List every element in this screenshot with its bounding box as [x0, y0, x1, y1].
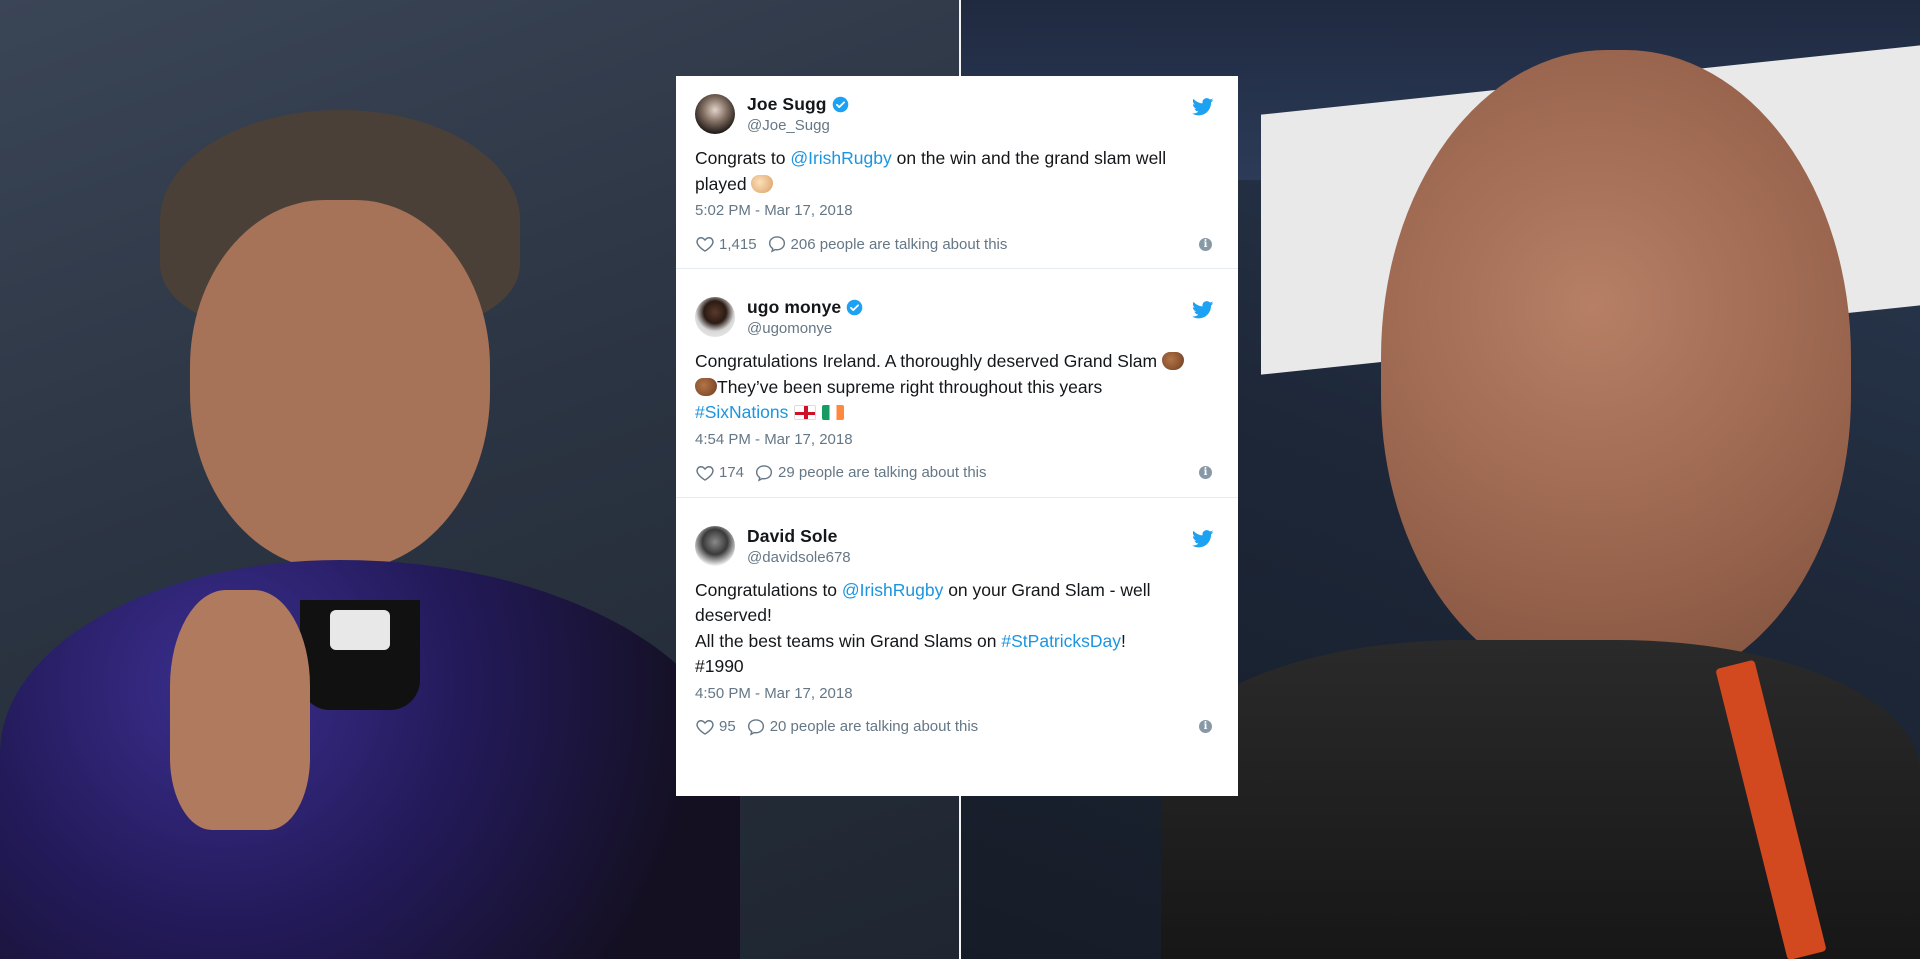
info-icon[interactable]: i	[1199, 720, 1212, 733]
text-segment: Congratulations to	[695, 579, 842, 600]
priest-hand-gesture	[170, 590, 310, 830]
display-name[interactable]: David Sole	[747, 526, 837, 547]
verified-badge-icon	[832, 96, 848, 113]
avatar[interactable]	[695, 297, 735, 337]
clapping-hands-emoji	[695, 377, 717, 396]
hashtag-link[interactable]: #StPatricksDay	[1001, 631, 1121, 651]
talking-count[interactable]: 29 people are talking about this	[778, 464, 986, 481]
tweet-text: Congratulations Ireland. A thoroughly de…	[695, 349, 1218, 426]
tweet-timestamp[interactable]: 5:02 PM - Mar 17, 2018	[695, 202, 1218, 219]
tweet-header: ugo monye @ugomonye	[695, 295, 1218, 339]
avatar[interactable]	[695, 94, 735, 134]
avatar[interactable]	[695, 525, 735, 566]
tweets-card: Joe Sugg @Joe_Sugg Congrats to @IrishRug…	[676, 76, 1238, 796]
mention-link[interactable]: @IrishRugby	[790, 148, 891, 168]
mention-link[interactable]: @IrishRugby	[842, 580, 943, 600]
twitter-bird-icon[interactable]	[1192, 529, 1214, 548]
tweet-header: Joe Sugg @Joe_Sugg	[695, 92, 1218, 136]
tweet-timestamp[interactable]: 4:54 PM - Mar 17, 2018	[695, 431, 1218, 448]
display-name[interactable]: ugo monye	[747, 297, 841, 318]
user-names: ugo monye @ugomonye	[747, 297, 863, 337]
tweet-spacer	[695, 485, 1218, 497]
like-count: 1,415	[719, 235, 757, 253]
reply-bubble-icon[interactable]	[754, 463, 774, 483]
name-row: David Sole	[747, 526, 851, 547]
talking-count[interactable]: 20 people are talking about this	[770, 718, 978, 735]
text-segment: All the best teams win Grand Slams on	[695, 630, 1002, 651]
text-segment: !	[1121, 630, 1126, 651]
talking-count[interactable]: 206 people are talking about this	[791, 236, 1008, 253]
clapping-hands-emoji	[751, 174, 774, 193]
priest-white-tab	[330, 610, 390, 650]
tweet-text: Congratulations to @IrishRugby on your G…	[695, 578, 1218, 680]
text-segment: Congratulations Ireland. A thoroughly de…	[695, 351, 1158, 371]
user-handle[interactable]: @Joe_Sugg	[747, 117, 849, 134]
display-name[interactable]: Joe Sugg	[747, 94, 827, 115]
verified-badge-icon	[846, 299, 863, 316]
tweet[interactable]: ugo monye @ugomonye Congratulations Irel…	[676, 268, 1238, 497]
user-names: David Sole @davidsole678	[747, 526, 851, 566]
priest-face	[190, 200, 490, 570]
tweet-text: Congrats to @IrishRugby on the win and t…	[695, 146, 1218, 197]
user-handle[interactable]: @davidsole678	[747, 549, 851, 566]
name-row: ugo monye	[747, 297, 863, 318]
twitter-bird-icon[interactable]	[1192, 301, 1214, 319]
tweet-spacer	[695, 256, 1218, 268]
tweet-actions: 95 20 people are talking about this i	[695, 715, 1218, 739]
tweet-timestamp[interactable]: 4:50 PM - Mar 17, 2018	[695, 685, 1218, 702]
tweet[interactable]: David Sole @davidsole678 Congratulations…	[676, 496, 1238, 739]
tweet-actions: 174 29 people are talking about this i	[695, 461, 1218, 485]
reply-bubble-icon[interactable]	[746, 717, 766, 737]
heart-icon[interactable]	[695, 717, 715, 737]
england-flag-emoji	[794, 405, 817, 420]
tweet-actions: 1,415 206 people are talking about this …	[695, 232, 1218, 256]
tweet[interactable]: Joe Sugg @Joe_Sugg Congrats to @IrishRug…	[676, 76, 1238, 268]
text-segment: Congrats to	[695, 148, 791, 168]
twitter-bird-icon[interactable]	[1192, 98, 1214, 116]
heart-icon[interactable]	[695, 234, 715, 254]
ireland-flag-emoji	[822, 405, 845, 420]
like-count: 174	[719, 464, 745, 481]
name-row: Joe Sugg	[747, 94, 849, 115]
reply-bubble-icon[interactable]	[767, 234, 787, 254]
hashtag-link[interactable]: #SixNations	[695, 402, 788, 422]
info-icon[interactable]: i	[1199, 466, 1212, 479]
text-segment: They’ve been supreme right throughout th…	[717, 376, 1103, 397]
clapping-hands-emoji	[1161, 352, 1184, 370]
user-names: Joe Sugg @Joe_Sugg	[747, 94, 849, 134]
tweet-header: David Sole @davidsole678	[695, 524, 1218, 568]
info-icon[interactable]: i	[1199, 237, 1212, 251]
user-handle[interactable]: @ugomonye	[747, 320, 863, 337]
like-count: 95	[719, 718, 736, 735]
heart-icon[interactable]	[695, 463, 715, 483]
text-segment: #1990	[695, 656, 744, 676]
coach-head	[1381, 50, 1851, 690]
